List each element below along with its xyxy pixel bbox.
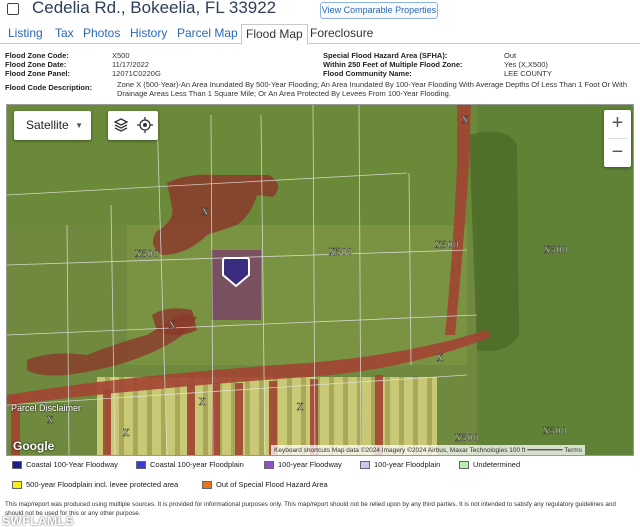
zone-label: X [123,429,130,439]
parcel-disclaimer-link[interactable]: Parcel Disclaimer [11,403,81,413]
legend-label: 500-year Floodplain incl. levee protecte… [26,480,179,489]
zone-label: X500 [544,246,568,256]
legend-swatch [202,481,212,489]
flood-zone-code-value: X500 [112,51,130,60]
flood-zone-code-label: Flood Zone Code: [5,51,69,60]
zone-label: X [462,116,469,126]
zone-label: X [199,398,206,408]
flood-legend: Coastal 100-Year Floodway Coastal 100-ye… [0,458,640,498]
zone-label: X500 [135,250,159,260]
sfha-value: Out [504,51,517,60]
tab-history[interactable]: History [130,25,167,44]
legend-label: 100-year Floodplain [374,460,441,469]
zone-label: X500 [543,427,567,437]
legend-swatch [12,481,22,489]
zone-label: X [169,321,176,331]
zoom-control: + − [604,110,631,167]
zone-label: X500 [329,248,353,258]
flood-zone-date-value: 11/17/2022 [112,60,149,69]
mls-watermark: SWFLAMLS [2,514,74,527]
sfha-label: Special Flood Hazard Area (SFHA): [323,51,448,60]
map-type-select[interactable]: Satellite ▼ [14,111,91,140]
within-250-value: Yes (X,X500) [504,60,548,69]
tab-parcel-map[interactable]: Parcel Map [177,25,238,44]
zone-label: X [437,354,444,364]
view-comparable-button[interactable]: View Comparable Properties [320,2,438,19]
legend-swatch [12,461,22,469]
zoom-out-button[interactable]: − [604,139,631,167]
header: Cedelia Rd., Bokeelia, FL 33922 View Com… [0,0,640,22]
property-address: Cedelia Rd., Bokeelia, FL 33922 [32,0,277,17]
flood-zone-date-label: Flood Zone Date: [5,60,67,69]
satellite-imagery: X X X500 X500 X500 X500 X X X X X X500 X… [7,105,633,455]
disclaimer-text: This map/report was produced using multi… [5,501,616,517]
map-type-label: Satellite [26,118,69,132]
tab-photos[interactable]: Photos [83,25,120,44]
legend-swatch [136,461,146,469]
flood-zone-panel-value: 12071C0220G [112,69,161,78]
zone-label: X [202,208,209,218]
layers-icon[interactable] [113,117,129,133]
map-tools [108,111,158,140]
locate-icon[interactable] [137,117,153,133]
zone-label: X500 [435,241,459,251]
legend-label: Undetermined [473,460,521,469]
map-credits[interactable]: Keyboard shortcuts Map data ©2024 Imager… [271,445,585,455]
legend-label: Coastal 100-Year Floodway [26,460,118,469]
tab-flood-map[interactable]: Flood Map [241,24,308,45]
legend-label: 100-year Floodway [278,460,342,469]
legend-swatch [360,461,370,469]
description-label: Flood Code Description: [5,83,93,92]
description-value: Zone X (500-Year)-An Area Inundated By 5… [117,80,628,98]
flood-zone-panel-label: Flood Zone Panel: [5,69,70,78]
tab-bar: Listing Tax Photos History Parcel Map Fl… [0,22,640,45]
zone-label: X500 [455,434,479,444]
flood-info-panel: Flood Zone Code: X500 Flood Zone Date: 1… [0,48,640,103]
legend-label: Out of Special Flood Hazard Area [216,480,328,489]
zone-label: X [47,416,54,426]
google-logo: Google [13,439,55,453]
legend-swatch [264,461,274,469]
tab-foreclosure[interactable]: Foreclosure [310,25,373,44]
chevron-down-icon: ▼ [75,121,83,130]
legend-swatch [459,461,469,469]
tab-tax[interactable]: Tax [55,25,74,44]
zone-label: X [297,403,304,413]
within-250-label: Within 250 Feet of Multiple Flood Zone: [323,60,463,69]
flood-map[interactable]: X X X500 X500 X500 X500 X X X X X X500 X… [6,104,634,456]
tab-listing[interactable]: Listing [8,25,43,44]
legend-label: Coastal 100-year Floodplain [150,460,244,469]
community-value: LEE COUNTY [504,69,552,78]
select-checkbox[interactable] [7,3,19,15]
community-label: Flood Community Name: [323,69,412,78]
zoom-in-button[interactable]: + [604,110,631,138]
